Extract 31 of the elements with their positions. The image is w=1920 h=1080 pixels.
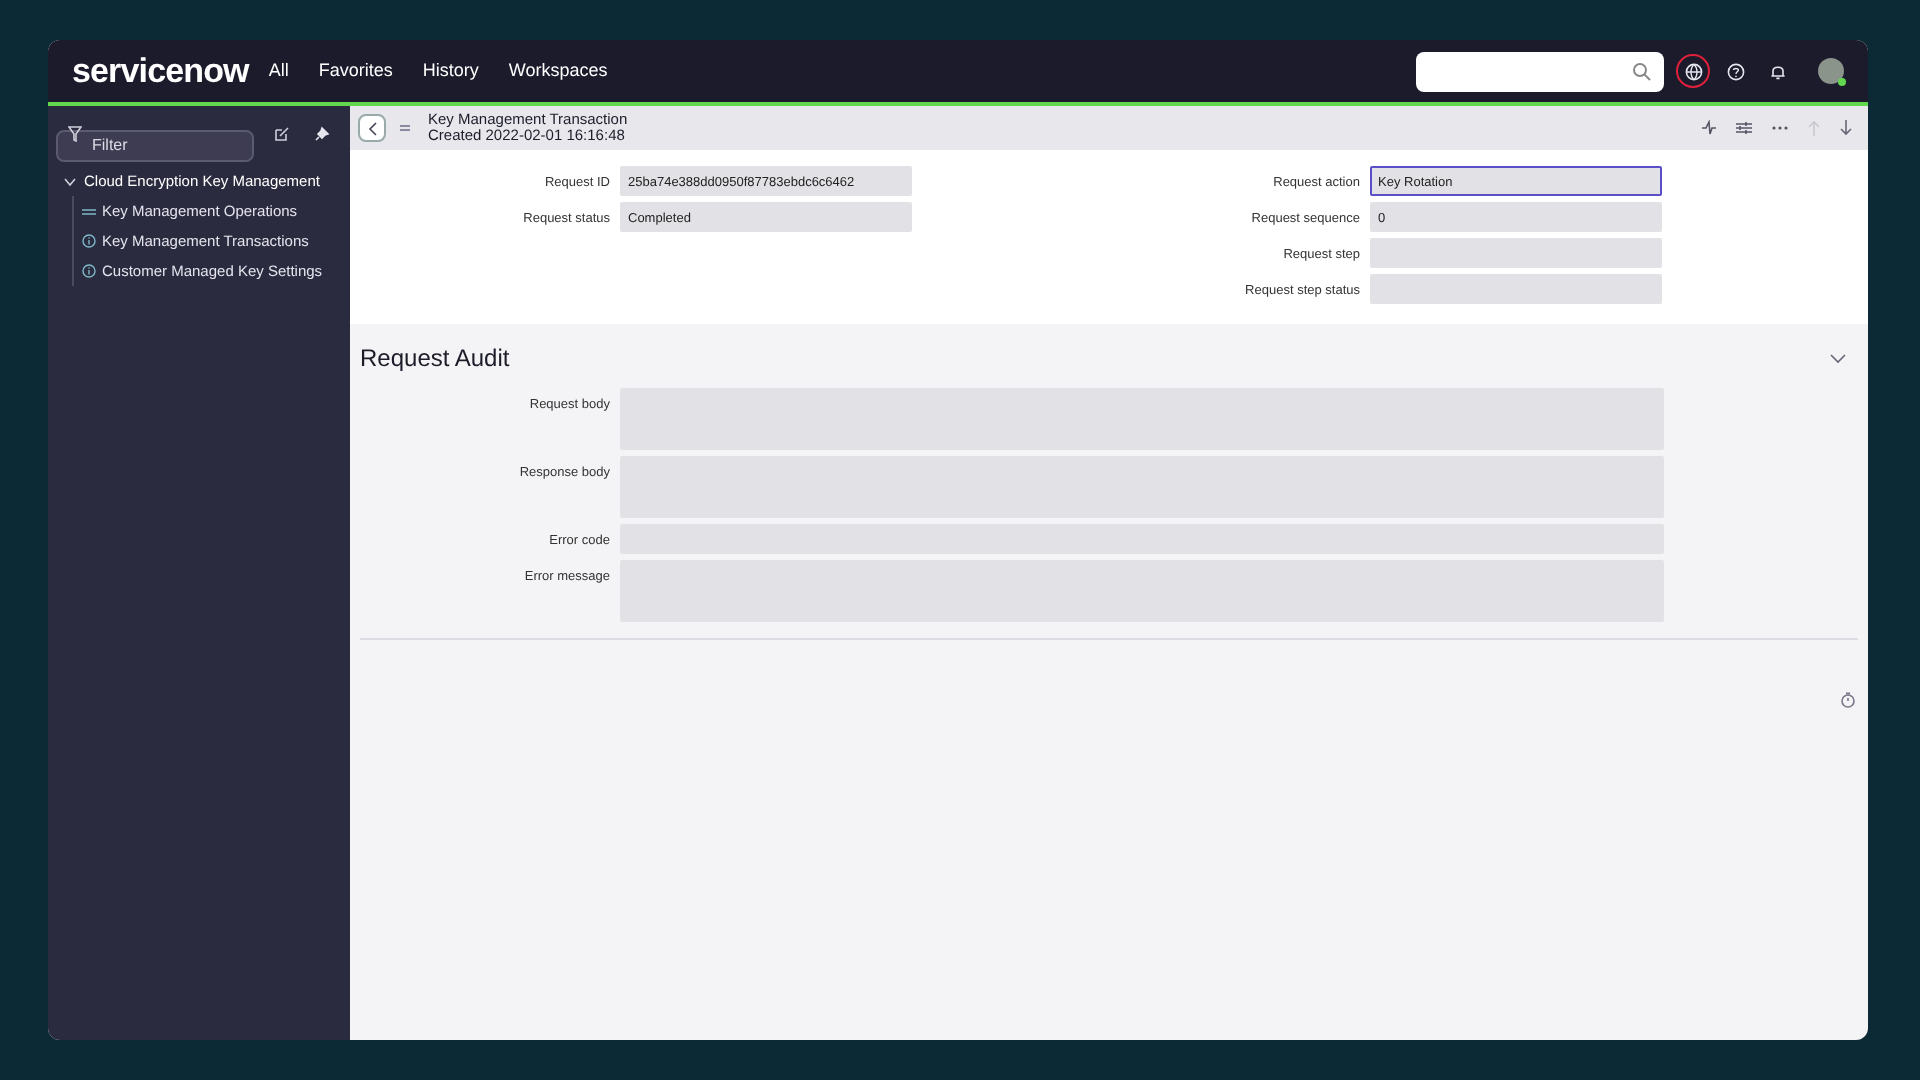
chevron-down-icon[interactable] bbox=[64, 175, 76, 187]
input-field[interactable] bbox=[1370, 238, 1662, 268]
nav-link[interactable]: Workspaces bbox=[508, 57, 608, 85]
avatar[interactable] bbox=[1818, 58, 1844, 84]
globe-icon bbox=[1683, 61, 1703, 81]
sliders-icon[interactable] bbox=[1736, 120, 1752, 136]
filter-field[interactable]: Filter bbox=[56, 129, 254, 161]
search-field[interactable] bbox=[1416, 51, 1664, 91]
nav-link[interactable]: All bbox=[268, 57, 289, 85]
logo[interactable]: servicenow bbox=[72, 45, 249, 97]
filter-icon bbox=[68, 126, 82, 142]
menu-icon[interactable] bbox=[400, 124, 410, 132]
chevron-icon[interactable] bbox=[1830, 353, 1846, 363]
section-title: Request Audit bbox=[360, 342, 510, 376]
info-icon bbox=[82, 234, 96, 248]
info-icon bbox=[82, 264, 96, 278]
bell-icon bbox=[1767, 61, 1787, 81]
nav-link[interactable]: History bbox=[422, 57, 479, 85]
back-icon bbox=[367, 121, 377, 135]
back-button[interactable] bbox=[358, 114, 386, 142]
activity-icon[interactable] bbox=[1702, 120, 1716, 136]
search-icon bbox=[1632, 61, 1652, 81]
timer-icon[interactable] bbox=[1840, 692, 1856, 708]
edit-icon[interactable] bbox=[274, 126, 290, 142]
help-icon bbox=[1725, 61, 1745, 81]
nav-link[interactable]: Favorites bbox=[318, 57, 393, 85]
list-icon bbox=[82, 207, 96, 215]
down-arrow-icon[interactable] bbox=[1840, 120, 1852, 136]
input-field[interactable] bbox=[1370, 274, 1662, 304]
pin-icon[interactable] bbox=[314, 126, 330, 142]
globe-button[interactable] bbox=[1676, 54, 1710, 88]
